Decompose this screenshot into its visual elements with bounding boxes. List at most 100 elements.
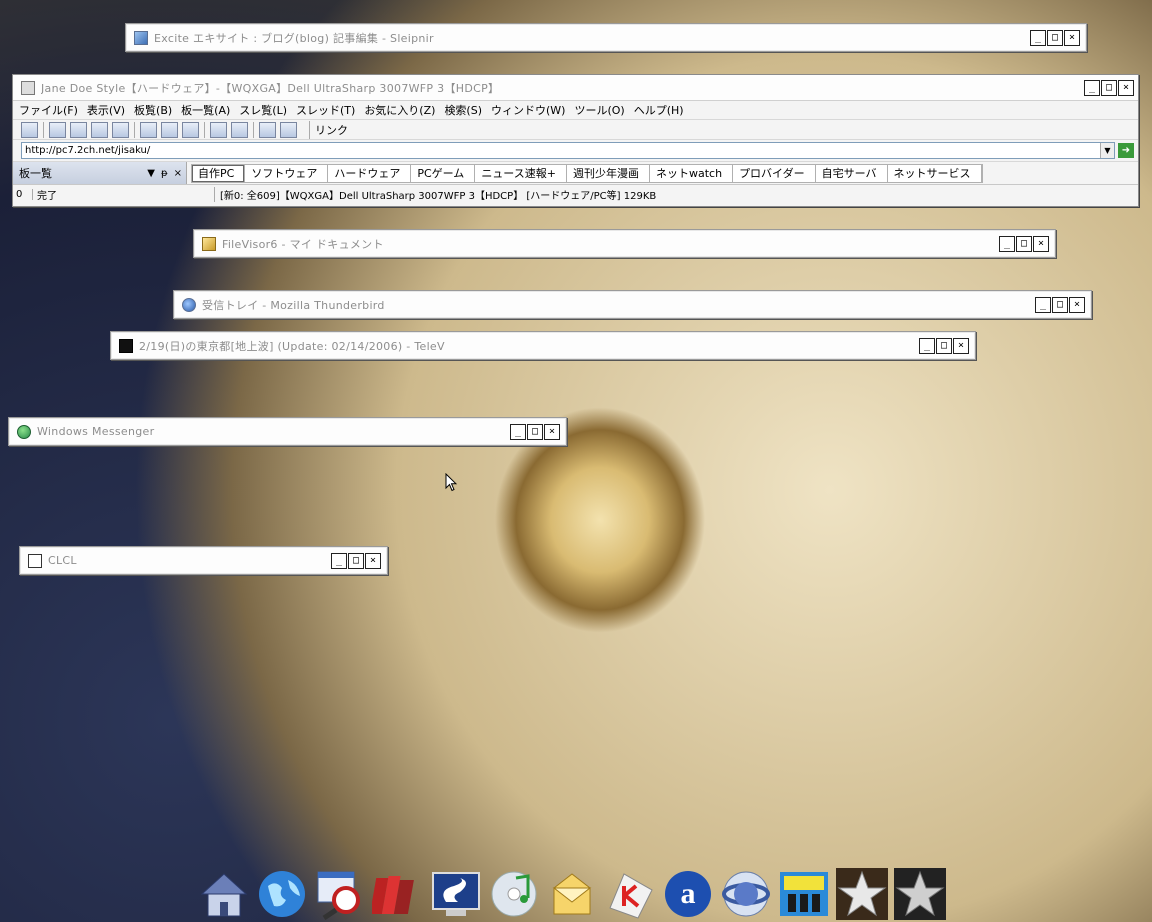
minimize-button[interactable]: _ <box>1035 296 1051 313</box>
menu-search[interactable]: 検索(S) <box>444 102 482 118</box>
home-icon[interactable] <box>196 866 251 922</box>
toolbar-sync-icon[interactable] <box>21 121 38 138</box>
menu-file[interactable]: ファイル(F) <box>19 102 78 118</box>
tab-jisaku-pc[interactable]: 自作PC <box>192 164 246 182</box>
minimize-button[interactable]: _ <box>510 423 526 440</box>
sleipnir-app-icon[interactable] <box>428 866 483 922</box>
thunderbird-icon <box>182 297 196 312</box>
pane-label: 板一覧 <box>19 167 52 180</box>
star-silver-icon[interactable] <box>892 866 947 922</box>
jane-icon <box>21 80 35 95</box>
close-button[interactable]: × <box>953 337 969 354</box>
address-input[interactable]: http://pc7.2ch.net/jisaku/ ▼ <box>21 142 1115 159</box>
menu-window[interactable]: ウィンドウ(W) <box>491 102 565 118</box>
application-dock: a <box>196 862 947 922</box>
tab-net-service[interactable]: ネットサービス <box>888 164 982 182</box>
tv-screen-icon <box>119 338 133 353</box>
status-state: 完了 <box>33 186 215 202</box>
window-title: Jane Doe Style【ハードウェア】-【WQXGA】Dell Ultra… <box>41 81 500 95</box>
toolbar-separator <box>253 121 254 138</box>
bubble-icon[interactable] <box>210 121 227 138</box>
link-bar: リンク <box>309 120 1069 139</box>
filevisor-window[interactable]: FileVisor6 - マイ ドキュメント _ □ × <box>193 229 1056 258</box>
clcl-window[interactable]: CLCL _ □ × <box>19 546 388 575</box>
toolbar-separator <box>43 121 44 138</box>
layout-pane3-icon[interactable] <box>91 121 108 138</box>
jane-window[interactable]: Jane Doe Style【ハードウェア】-【WQXGA】Dell Ultra… <box>12 74 1139 207</box>
maximize-button[interactable]: □ <box>1047 29 1063 46</box>
toolbar: リンク <box>13 120 1138 140</box>
go-arrow-icon[interactable]: ➜ <box>1118 143 1134 158</box>
maximize-button[interactable]: □ <box>1101 79 1117 96</box>
window-title: Excite エキサイト : ブログ(blog) 記事編集 - Sleipnir <box>154 31 434 45</box>
close-button[interactable]: × <box>1064 29 1080 46</box>
tab-net-watch[interactable]: ネットwatch <box>650 164 734 182</box>
books-icon[interactable] <box>370 866 425 922</box>
pane-menu-icon[interactable]: ▼ <box>147 168 155 179</box>
status-count: 0 <box>13 188 33 200</box>
write-icon[interactable] <box>140 121 157 138</box>
mail-icon[interactable] <box>544 866 599 922</box>
messenger-window[interactable]: Windows Messenger _ □ × <box>8 417 567 446</box>
menu-board-view[interactable]: 板覧(B) <box>134 102 172 118</box>
magnifier-icon[interactable] <box>312 866 367 922</box>
toolbar-separator <box>134 121 135 138</box>
tv-icon[interactable] <box>776 866 831 922</box>
chevron-down-icon[interactable]: ▼ <box>1100 143 1114 158</box>
mouse-cursor-icon <box>445 473 457 492</box>
jane-titlebar[interactable]: Jane Doe Style【ハードウェア】-【WQXGA】Dell Ultra… <box>13 75 1138 101</box>
sleipnir-window[interactable]: Excite エキサイト : ブログ(blog) 記事編集 - Sleipnir… <box>125 23 1087 52</box>
toolbar-separator <box>204 121 205 138</box>
menu-tools[interactable]: ツール(O) <box>574 102 624 118</box>
tab-software[interactable]: ソフトウェア <box>245 164 329 182</box>
bookmark-icon[interactable] <box>259 121 276 138</box>
menu-thread[interactable]: スレッド(T) <box>296 102 355 118</box>
tab-home-server[interactable]: 自宅サーバ <box>816 164 888 182</box>
window-title: 2/19(日)の東京都[地上波] (Update: 02/14/2006) - … <box>139 339 445 353</box>
maximize-button[interactable]: □ <box>1016 235 1032 252</box>
star-icon[interactable] <box>834 866 889 922</box>
status-bar: 0 完了 [新0: 全609]【WQXGA】Dell UltraSharp 30… <box>13 184 1138 203</box>
menu-favorites[interactable]: お気に入り(Z) <box>364 102 435 118</box>
tab-news-plus[interactable]: ニュース速報+ <box>475 164 567 182</box>
close-button[interactable]: × <box>1033 235 1049 252</box>
pin-icon[interactable]: ᵽ <box>161 168 168 179</box>
layout-pane4-icon[interactable] <box>112 121 129 138</box>
thunderbird-window[interactable]: 受信トレイ - Mozilla Thunderbird _ □ × <box>173 290 1092 319</box>
layout-pane1-icon[interactable] <box>49 121 66 138</box>
tab-pc-game[interactable]: PCゲーム <box>411 164 476 182</box>
update-all-icon[interactable] <box>182 121 199 138</box>
maximize-button[interactable]: □ <box>936 337 952 354</box>
menu-thread-list[interactable]: スレ覧(L) <box>239 102 287 118</box>
close-button[interactable]: × <box>1118 79 1134 96</box>
tab-hardware[interactable]: ハードウェア <box>328 164 412 182</box>
app-k-icon[interactable] <box>602 866 657 922</box>
minimize-button[interactable]: _ <box>999 235 1015 252</box>
layout-pane2-icon[interactable] <box>70 121 87 138</box>
menu-view[interactable]: 表示(V) <box>87 102 125 118</box>
minimize-button[interactable]: _ <box>919 337 935 354</box>
maximize-button[interactable]: □ <box>348 552 364 569</box>
close-button[interactable]: × <box>1069 296 1085 313</box>
telev-window[interactable]: 2/19(日)の東京都[地上波] (Update: 02/14/2006) - … <box>110 331 976 360</box>
refresh-icon[interactable] <box>161 121 178 138</box>
window-title: 受信トレイ - Mozilla Thunderbird <box>202 298 385 312</box>
maximize-button[interactable]: □ <box>527 423 543 440</box>
amazon-icon[interactable]: a <box>660 866 715 922</box>
minimize-button[interactable]: _ <box>331 552 347 569</box>
minimize-button[interactable]: _ <box>1084 79 1100 96</box>
help-icon[interactable] <box>280 121 297 138</box>
tab-weekly-manga[interactable]: 週刊少年漫画 <box>567 164 650 182</box>
browser-globe-icon[interactable] <box>718 866 773 922</box>
minimize-button[interactable]: _ <box>1030 29 1046 46</box>
maximize-button[interactable]: □ <box>1052 296 1068 313</box>
menu-help[interactable]: ヘルプ(H) <box>634 102 684 118</box>
close-button[interactable]: × <box>365 552 381 569</box>
music-cd-icon[interactable] <box>486 866 541 922</box>
close-button[interactable]: × <box>544 423 560 440</box>
search-icon[interactable] <box>231 121 248 138</box>
globe-icon[interactable] <box>254 866 309 922</box>
menu-board-list[interactable]: 板一覧(A) <box>181 102 230 118</box>
pane-close-icon[interactable]: × <box>174 168 182 179</box>
tab-provider[interactable]: プロバイダー <box>733 164 816 182</box>
